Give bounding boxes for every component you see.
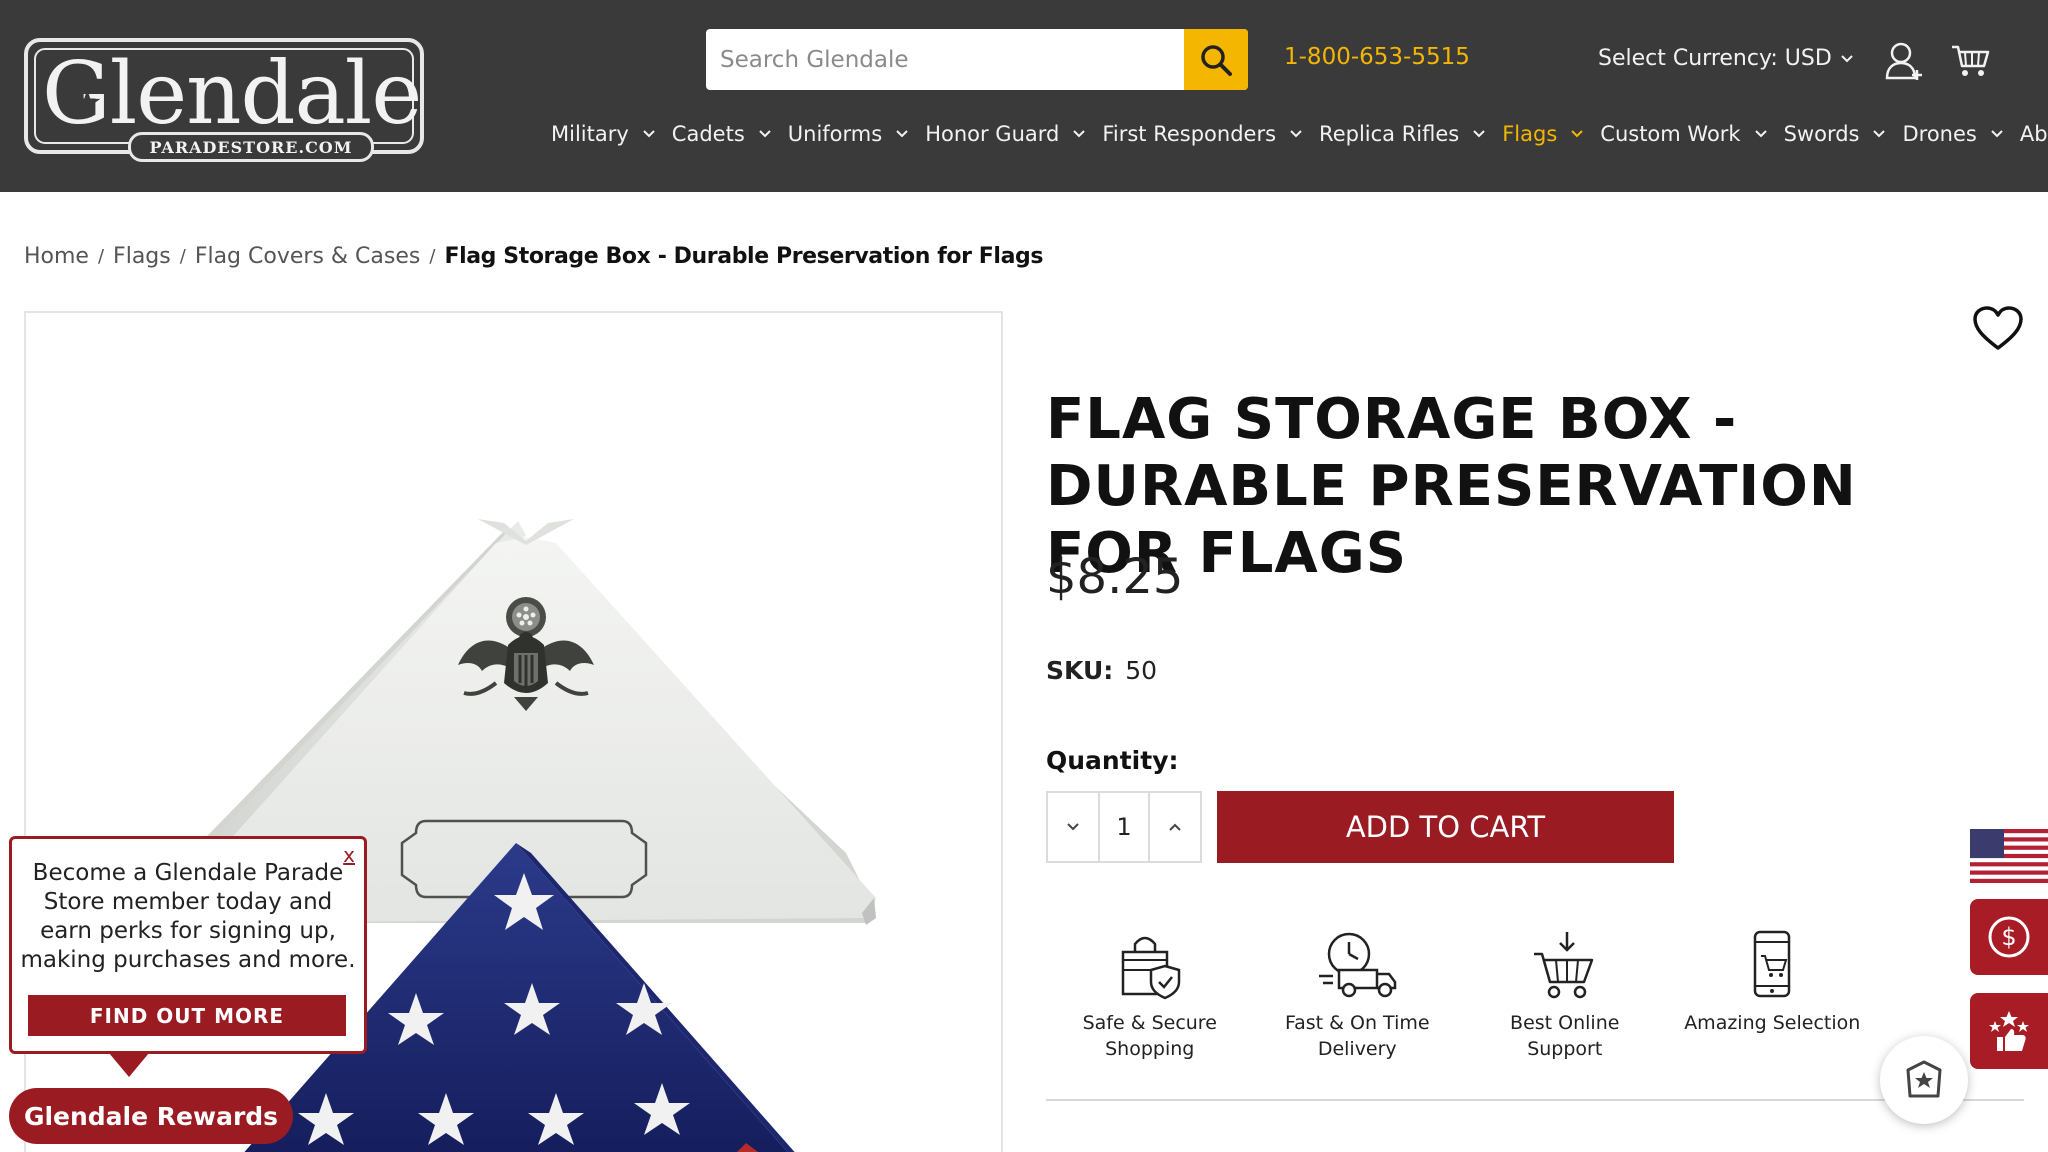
nav-item-honor-guard[interactable]: Honor Guard — [925, 122, 1086, 146]
feature-label: Amazing Selection — [1684, 1012, 1861, 1034]
shopping-cart-support-icon — [1533, 932, 1593, 999]
logo-star-icon: ★ — [72, 83, 103, 123]
product-sku: SKU: 50 — [1046, 656, 1157, 685]
chevron-down-icon — [1473, 130, 1485, 138]
search-box — [706, 29, 1248, 90]
feature-label: Safe & Secure Shopping — [1082, 1012, 1217, 1060]
chevron-down-icon — [1067, 823, 1079, 831]
heart-wishlist-icon[interactable] — [1972, 306, 2024, 352]
nav-item-first-responders[interactable]: First Responders — [1102, 122, 1303, 146]
feature-item: Safe & Secure Shopping — [1046, 930, 1254, 1062]
breadcrumb: Home / Flags / Flag Covers & Cases / Fla… — [24, 244, 1043, 269]
nav-item-drones[interactable]: Drones — [1902, 122, 2003, 146]
nav-item-military[interactable]: Military — [551, 122, 656, 146]
us-flag-icon[interactable] — [1970, 829, 2048, 883]
chevron-down-icon — [643, 130, 655, 138]
quantity-increase-button[interactable] — [1150, 793, 1200, 861]
main-nav: Military Cadets Uniforms Honor Guard Fir… — [551, 118, 2048, 150]
nav-item-custom-work[interactable]: Custom Work — [1600, 122, 1767, 146]
nav-item-label: Drones — [1902, 122, 1977, 146]
phone-number-link[interactable]: 1-800-653-5515 — [1284, 44, 1470, 70]
cart-icon[interactable] — [1950, 44, 1990, 78]
chevron-down-icon — [1991, 130, 2003, 138]
mobile-shopping-icon — [1754, 930, 1791, 998]
reviews-tab[interactable] — [1970, 993, 2048, 1069]
rewards-popup: x Become a Glendale Parade Store member … — [9, 836, 367, 1054]
logo-subtitle: PARADESTORE.COM — [128, 132, 374, 162]
chevron-down-icon — [1290, 130, 1302, 138]
chevron-down-icon — [759, 130, 771, 138]
thumbs-up-stars-icon — [1989, 1011, 2029, 1051]
chevron-down-icon — [896, 130, 908, 138]
nav-item-label: About Us — [2019, 122, 2048, 146]
glendale-rewards-button[interactable]: Glendale Rewards — [9, 1088, 293, 1144]
secure-bag-icon — [1121, 936, 1180, 1000]
sku-value: 50 — [1125, 656, 1158, 685]
feature-item: Fast & On Time Delivery — [1254, 930, 1462, 1062]
nav-item-flags[interactable]: Flags — [1502, 122, 1584, 146]
star-bag-icon — [1906, 1060, 1942, 1098]
glendale-logo[interactable]: Glendale ★ PARADESTORE.COM — [24, 38, 424, 162]
quantity-input[interactable]: 1 — [1098, 793, 1150, 861]
product-title: Flag Storage Box - Durable Preservation … — [1046, 387, 1857, 586]
svg-text:$: $ — [2001, 923, 2016, 951]
feature-item: Best Online Support — [1461, 930, 1669, 1062]
popup-message: Become a Glendale Parade Store member to… — [20, 860, 356, 973]
feature-list: Safe & Secure Shopping Fast & On Time De… — [1046, 930, 1876, 1062]
chevron-up-icon — [1169, 823, 1181, 831]
dollar-circle-icon: $ — [1988, 916, 2030, 958]
breadcrumb-flags[interactable]: Flags — [113, 244, 171, 269]
find-out-more-button[interactable]: FIND OUT MORE — [28, 995, 346, 1036]
account-icon[interactable] — [1884, 40, 1924, 82]
breadcrumb-separator: / — [97, 246, 105, 267]
nav-item-label: Swords — [1783, 122, 1860, 146]
search-input[interactable] — [706, 29, 1182, 90]
search-button[interactable] — [1184, 29, 1248, 90]
nav-item-label: First Responders — [1102, 122, 1277, 146]
chevron-down-icon — [1841, 54, 1853, 62]
currency-selector[interactable]: Select Currency: USD — [1598, 46, 1854, 71]
section-divider — [1046, 1099, 2024, 1101]
quantity-stepper: 1 — [1046, 791, 1202, 863]
search-icon — [1201, 44, 1232, 76]
nav-item-uniforms[interactable]: Uniforms — [788, 122, 909, 146]
nav-item-replica-rifles[interactable]: Replica Rifles — [1319, 122, 1486, 146]
dollar-offer-tab[interactable]: $ — [1970, 899, 2048, 975]
breadcrumb-separator: / — [179, 246, 186, 267]
quantity-label: Quantity: — [1046, 746, 1179, 775]
feature-label: Best Online Support — [1510, 1012, 1620, 1060]
nav-item-label: Uniforms — [787, 122, 883, 146]
nav-item-swords[interactable]: Swords — [1784, 122, 1887, 146]
breadcrumb-home[interactable]: Home — [24, 244, 89, 269]
nav-item-label: Replica Rifles — [1319, 122, 1460, 146]
currency-label: Select Currency: USD — [1598, 46, 1832, 71]
nav-item-label: Flags — [1502, 122, 1558, 146]
chevron-down-icon — [1873, 130, 1886, 138]
breadcrumb-flag-covers[interactable]: Flag Covers & Cases — [195, 244, 421, 269]
chevron-down-icon — [1073, 130, 1086, 138]
nav-item-cadets[interactable]: Cadets — [672, 122, 772, 146]
chevron-down-icon — [1754, 130, 1767, 138]
feature-item: Amazing Selection — [1669, 930, 1877, 1062]
site-header: Glendale ★ PARADESTORE.COM 1-800-653-551… — [0, 0, 2048, 192]
product-price: $8.25 — [1046, 549, 1184, 605]
quantity-decrease-button[interactable] — [1048, 793, 1098, 861]
rewards-widget-button[interactable] — [1880, 1036, 1968, 1124]
popup-pointer — [109, 1053, 149, 1077]
delivery-truck-icon — [1319, 932, 1397, 998]
chevron-down-icon — [1571, 130, 1583, 138]
nav-item-label: Custom Work — [1600, 122, 1741, 146]
nav-item-label: Cadets — [671, 122, 745, 146]
breadcrumb-separator: / — [429, 246, 436, 267]
add-to-cart-button[interactable]: ADD TO CART — [1217, 791, 1674, 863]
sku-label: SKU: — [1046, 656, 1114, 685]
feature-label: Fast & On Time Delivery — [1284, 1012, 1430, 1060]
nav-item-label: Honor Guard — [925, 122, 1060, 146]
breadcrumb-current: Flag Storage Box - Durable Preservation … — [444, 244, 1044, 269]
nav-item-label: Military — [551, 122, 629, 146]
nav-item-about-us[interactable]: About Us — [2020, 122, 2048, 146]
